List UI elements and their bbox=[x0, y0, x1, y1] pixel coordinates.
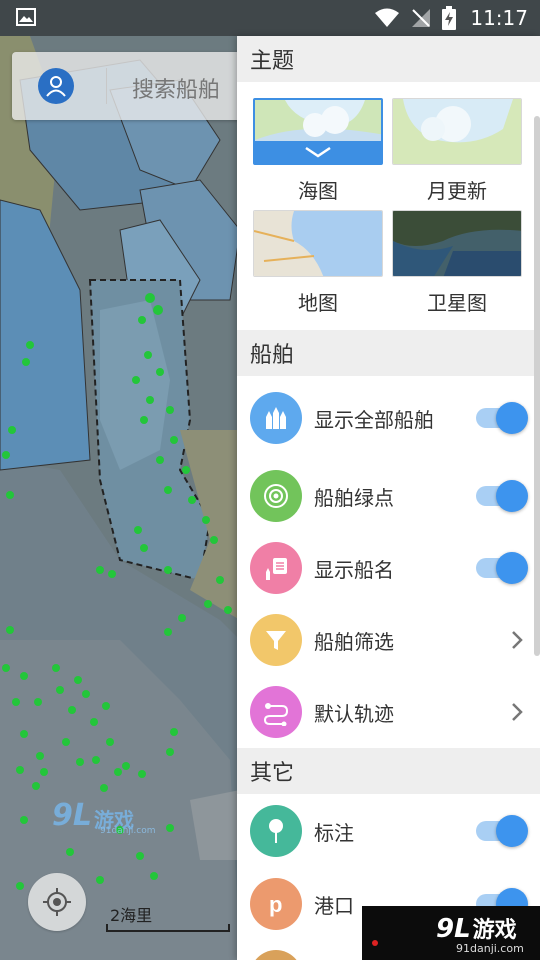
map-scale-bar bbox=[106, 924, 230, 932]
search-bar[interactable]: 搜索船舶 bbox=[12, 52, 252, 120]
map-scale-label: 2海里 bbox=[110, 906, 153, 925]
watermark-banner-brand: 9L bbox=[436, 914, 471, 944]
section-header-theme: 主题 bbox=[237, 36, 540, 82]
drawer-scrollbar[interactable] bbox=[534, 116, 540, 656]
status-bar: 11:17 bbox=[0, 0, 540, 36]
ship-name-icon bbox=[250, 542, 302, 594]
watermark-brand: 9L bbox=[52, 798, 92, 833]
row-show-all-ships[interactable]: 显示全部船舶 bbox=[237, 376, 540, 460]
no-signal-icon bbox=[412, 9, 431, 27]
crosshair-icon bbox=[43, 888, 71, 916]
svg-text:p: p bbox=[269, 892, 282, 917]
settings-drawer: 主题 海图 月更新 地图 卫星图 船舶 显示全部船舶 船舶绿点 显示船名 船舶筛… bbox=[237, 36, 540, 960]
theme-thumbnail-monthly bbox=[392, 98, 522, 165]
row-label: 船舶筛选 bbox=[314, 629, 394, 654]
watermark-banner: 9L 游戏 91danji.com bbox=[362, 906, 540, 960]
row-label: 默认轨迹 bbox=[314, 701, 394, 726]
status-time: 11:17 bbox=[470, 6, 528, 30]
theme-thumbnail-chart bbox=[253, 98, 383, 165]
row-label: 港口 bbox=[314, 893, 354, 918]
search-divider bbox=[106, 68, 107, 104]
theme-thumbnail-map bbox=[253, 210, 383, 277]
check-icon bbox=[305, 146, 331, 158]
watermark-site: 91danji.com bbox=[100, 826, 156, 836]
row-show-ship-names[interactable]: 显示船名 bbox=[237, 532, 540, 604]
search-input[interactable]: 搜索船舶 bbox=[132, 72, 220, 104]
theme-label-chart: 海图 bbox=[298, 179, 338, 203]
row-annotations[interactable]: 标注 bbox=[237, 794, 540, 868]
watermark-banner-site: 91danji.com bbox=[456, 942, 524, 955]
row-ship-filter[interactable]: 船舶筛选 bbox=[237, 604, 540, 676]
row-ship-green-dots[interactable]: 船舶绿点 bbox=[237, 460, 540, 532]
toggle-switch[interactable] bbox=[476, 480, 528, 512]
section-header-other: 其它 bbox=[237, 748, 540, 794]
toggle-switch[interactable] bbox=[476, 552, 528, 584]
chevron-right-icon bbox=[512, 703, 523, 721]
image-notification-icon bbox=[16, 8, 36, 26]
wifi-icon bbox=[375, 8, 400, 27]
row-label: 显示船名 bbox=[314, 557, 394, 582]
theme-option-chart[interactable]: 海图 bbox=[253, 98, 383, 204]
watermark-banner-logo: 9L 游戏 bbox=[436, 912, 517, 944]
battery-charging-icon bbox=[442, 6, 457, 30]
green-dot-icon bbox=[250, 470, 302, 522]
watermark-banner-brand-cn: 游戏 bbox=[472, 918, 517, 943]
theme-grid: 海图 月更新 地图 卫星图 bbox=[237, 82, 540, 330]
row-label: 标注 bbox=[314, 820, 354, 845]
user-icon bbox=[46, 76, 66, 97]
theme-label-satellite: 卫星图 bbox=[427, 291, 487, 315]
theme-option-map[interactable]: 地图 bbox=[253, 210, 383, 316]
theme-option-satellite[interactable]: 卫星图 bbox=[392, 210, 522, 316]
row-default-track[interactable]: 默认轨迹 bbox=[237, 676, 540, 748]
toggle-switch[interactable] bbox=[476, 402, 528, 434]
theme-label-map: 地图 bbox=[298, 291, 338, 315]
row-label: 船舶绿点 bbox=[314, 485, 394, 510]
theme-option-monthly[interactable]: 月更新 bbox=[392, 98, 522, 204]
row-label: 显示全部船舶 bbox=[314, 407, 434, 432]
red-dot bbox=[372, 940, 378, 946]
extra-icon bbox=[250, 950, 302, 960]
section-header-ship: 船舶 bbox=[237, 330, 540, 376]
filter-icon bbox=[250, 614, 302, 666]
watermark-logo: 9L 游戏 91danji.com bbox=[52, 798, 155, 836]
pin-icon bbox=[250, 805, 302, 857]
toggle-switch[interactable] bbox=[476, 815, 528, 847]
theme-label-monthly: 月更新 bbox=[427, 179, 487, 203]
selected-check-strip bbox=[255, 141, 381, 163]
user-avatar-button[interactable] bbox=[38, 68, 74, 104]
chevron-right-icon bbox=[512, 631, 523, 649]
track-icon bbox=[250, 686, 302, 738]
port-icon: p bbox=[250, 878, 302, 930]
locate-me-button[interactable] bbox=[28, 873, 86, 931]
ships-icon bbox=[250, 392, 302, 444]
theme-thumbnail-satellite bbox=[392, 210, 522, 277]
